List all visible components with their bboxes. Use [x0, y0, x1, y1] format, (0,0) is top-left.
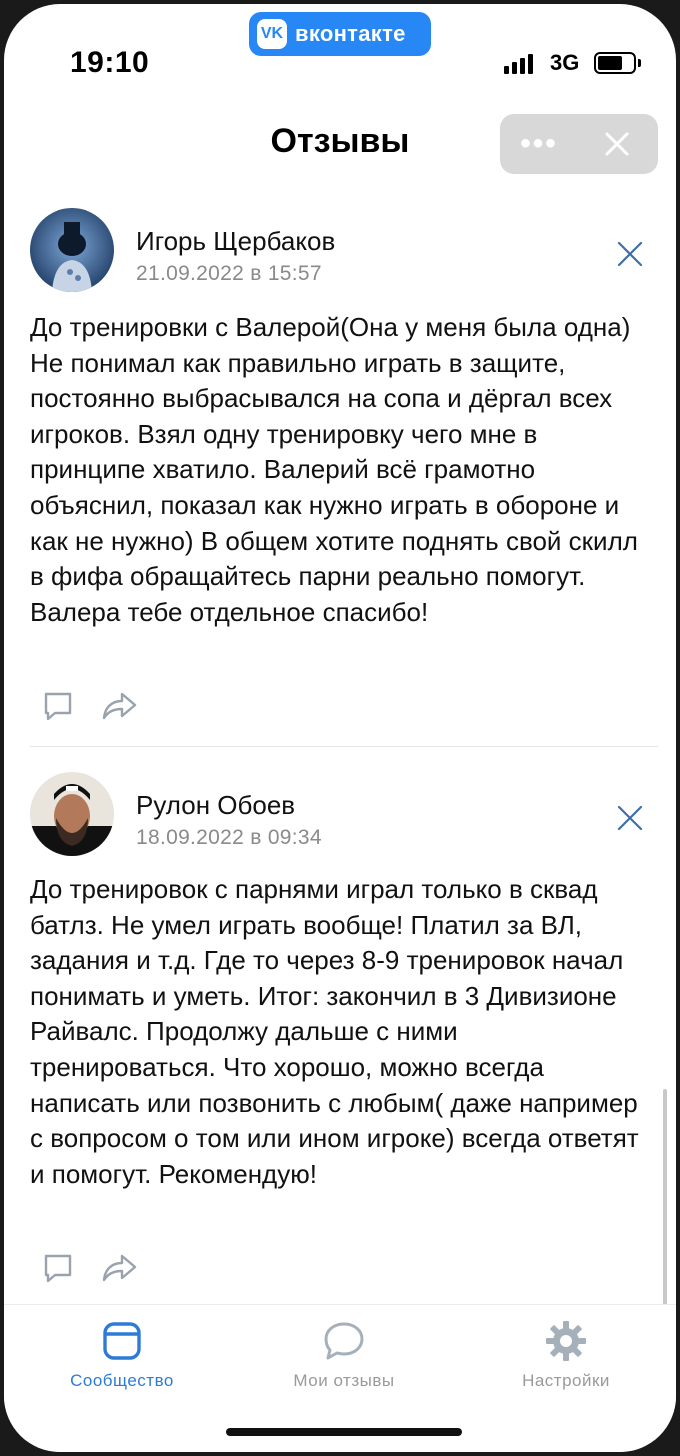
status-time: 19:10	[70, 46, 150, 79]
status-bar: 19:10 VK вконтакте 3G	[4, 4, 676, 104]
delete-review-button[interactable]	[612, 800, 648, 836]
speech-bubble-icon	[320, 1317, 368, 1365]
scrollbar-thumb[interactable]	[663, 1089, 667, 1309]
battery-icon	[594, 52, 636, 74]
vk-app-badge[interactable]: VK вконтакте	[249, 12, 431, 56]
share-icon	[102, 1254, 137, 1282]
comment-button[interactable]	[38, 1248, 78, 1288]
review-actions	[38, 686, 140, 726]
tab-label: Сообщество	[70, 1371, 174, 1390]
close-icon	[617, 805, 643, 831]
more-options-button[interactable]: •••	[500, 114, 578, 174]
tab-my-reviews[interactable]: Мои отзывы	[254, 1305, 434, 1405]
home-indicator[interactable]	[226, 1428, 462, 1436]
close-icon	[617, 241, 643, 267]
review-author[interactable]: Игорь Щербаков	[136, 226, 335, 257]
comment-button[interactable]	[38, 686, 78, 726]
close-icon	[605, 132, 629, 156]
delete-review-button[interactable]	[612, 236, 648, 272]
battery-tip	[638, 59, 641, 67]
mini-app-capsule: •••	[500, 114, 658, 174]
avatar[interactable]	[30, 208, 114, 292]
review-date: 18.09.2022 в 09:34	[136, 826, 322, 849]
review-text: До тренировок с парнями играл только в с…	[30, 874, 639, 1189]
community-icon	[98, 1317, 146, 1365]
comment-icon	[44, 692, 72, 721]
gear-icon	[542, 1317, 590, 1365]
tab-label: Мои отзывы	[293, 1371, 395, 1390]
review-divider	[30, 746, 658, 747]
vk-app-badge-label: вконтакте	[295, 21, 406, 46]
phone-screen: 19:10 VK вконтакте 3G Отзывы ••• Игорь Щ…	[4, 4, 676, 1452]
review-author[interactable]: Рулон Обоев	[136, 790, 295, 821]
avatar[interactable]	[30, 772, 114, 856]
vk-logo-icon: VK	[257, 19, 287, 49]
network-type: 3G	[550, 50, 580, 75]
tab-label: Настройки	[522, 1371, 610, 1390]
signal-strength-icon	[504, 52, 533, 74]
share-button[interactable]	[100, 1248, 140, 1288]
share-button[interactable]	[100, 686, 140, 726]
tab-community[interactable]: Сообщество	[32, 1305, 212, 1405]
review-text: До тренировки с Валерой(Она у меня была …	[30, 312, 638, 627]
close-app-button[interactable]	[578, 114, 656, 174]
review-actions	[38, 1248, 140, 1288]
review-date: 21.09.2022 в 15:57	[136, 262, 322, 285]
comment-icon	[44, 1254, 72, 1283]
share-icon	[102, 692, 137, 720]
tab-settings[interactable]: Настройки	[476, 1305, 656, 1405]
